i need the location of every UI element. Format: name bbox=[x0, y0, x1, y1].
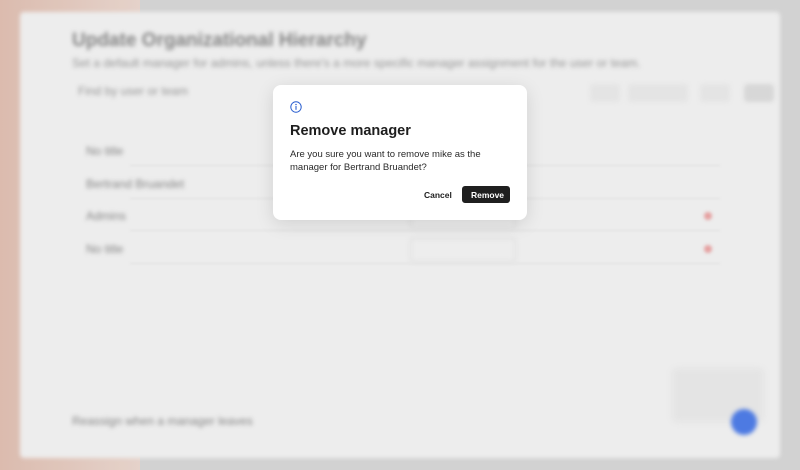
info-icon bbox=[290, 101, 302, 113]
cancel-button[interactable]: Cancel bbox=[417, 186, 459, 203]
dialog-message: Are you sure you want to remove mike as … bbox=[290, 149, 481, 173]
dialog-title: Remove manager bbox=[290, 123, 411, 139]
modal-scrim bbox=[0, 0, 800, 470]
remove-button-label: Remove bbox=[470, 189, 505, 200]
remove-button[interactable]: Remove bbox=[462, 186, 510, 203]
remove-manager-dialog: Remove manager Are you sure you want to … bbox=[273, 85, 527, 220]
